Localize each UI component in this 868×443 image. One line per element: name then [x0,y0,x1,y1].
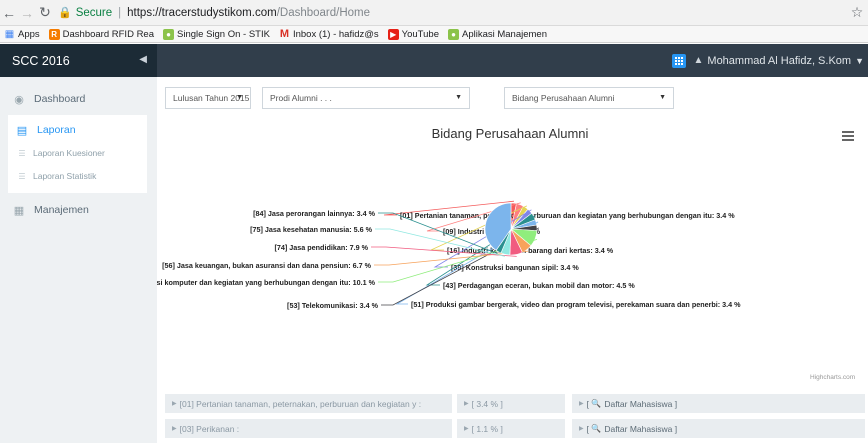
daftar-mahasiswa-button[interactable]: ▶[ 🔍 Daftar Mahasiswa ] [572,419,865,438]
bookmark-aplikasi[interactable]: ● Aplikasi Manajemen [447,28,547,40]
row-label-text: [01] Pertanian tanaman, peternakan, perb… [179,398,422,409]
bookmark-inbox[interactable]: M Inbox (1) - hafidz@s [279,28,379,40]
daftar-label: Daftar Mahasiswa ] [604,423,678,434]
sidebar-item-manajemen[interactable]: ▦ Manajemen [0,202,157,218]
pie-chart: [01] Pertanian tanaman, peternakan, perb… [157,200,741,310]
caret-right-icon: ▶ [172,401,177,407]
lock-icon: 🔒 [58,7,72,19]
sidebar-group-laporan: ▤ Laporan ☰ Laporan Kuesioner ☰ Laporan … [8,115,147,193]
pie-data-label: [84] Jasa perorangan lainnya: 3.4 % [253,209,375,218]
pie-data-label: [43] Perdagangan eceran, bukan mobil dan… [443,281,635,290]
row-value-text: [ 3.4 % ] [471,398,503,409]
table-row-value: ▶[ 3.4 % ] [457,394,565,413]
sidebar-item-laporan[interactable]: ▤ Laporan [8,123,147,137]
caret-right-icon: ▶ [172,426,177,432]
bookmark-apps[interactable]: ▦ Apps [4,29,40,40]
sidebar-item-label: Laporan [37,124,76,136]
sidebar-collapse-icon[interactable]: ◀ [139,54,147,65]
bookmarks-bar: ▦ Apps R Dashboard RFID Rea ● Single Sign O… [0,26,868,43]
bookmark-label: Single Sign On - STIK [177,28,270,40]
bookmark-label: Dashboard RFID Rea [62,28,155,40]
daftar-label: Daftar Mahasiswa ] [604,398,678,409]
bidang-select-value: Bidang Perusahaan Alumni [512,93,615,103]
caret-right-icon: ▶ [464,426,469,432]
user-icon: ▲ [693,55,704,66]
bookmark-rfid[interactable]: R Dashboard RFID Rea [48,28,155,40]
url-separator: | [118,6,122,19]
lulusan-select[interactable]: Lulusan Tahun 2015 ▼ [165,87,251,109]
search-icon: 🔍 [591,399,602,408]
prodi-select[interactable]: Prodi Alumni . . . ▼ [262,87,470,109]
daftar-mahasiswa-button[interactable]: ▶[ 🔍 Daftar Mahasiswa ] [572,394,865,413]
chart-menu-icon[interactable] [842,131,854,141]
sidebar: ◉ Dashboard ▤ Laporan ☰ Laporan Kuesione… [0,77,157,443]
url-host: https://tracerstudystikom.com [127,6,277,19]
sidebar-item-laporan-kuesioner[interactable]: ☰ Laporan Kuesioner [8,147,147,159]
table-icon: ▦ [13,204,25,217]
sidebar-item-label: Laporan Statistik [33,171,97,181]
back-icon[interactable]: ← [0,4,18,22]
forward-icon[interactable]: → [18,4,36,22]
bookmark-label: Aplikasi Manajemen [461,28,547,40]
pie-data-label: [56] Jasa keuangan, bukan asuransi dan d… [162,261,372,270]
app-icon: ● [447,28,459,40]
bookmark-label: Inbox (1) - hafidz@s [292,28,379,40]
brand-title: SCC 2016 [12,53,70,68]
chart-title: Bidang Perusahaan Alumni [431,126,589,141]
address-bar[interactable]: 🔒 Secure | https://tracerstudystikom.com… [58,3,840,23]
bar-chart-icon: ▤ [16,124,28,137]
caret-right-icon: ▶ [579,401,584,407]
apps-grid-icon[interactable] [671,53,686,68]
chart-credits[interactable]: Highcharts.com [810,374,855,381]
caret-down-icon: ▼ [236,94,243,101]
list-icon: ☰ [18,171,26,181]
gmail-icon: M [279,28,290,40]
pie-data-label: [74] Jasa pendidikan: 7.9 % [275,243,369,252]
table-row-value: ▶[ 1.1 % ] [457,419,565,438]
pie-data-label: pemrograman, konsultasi komputer dan keg… [157,278,376,287]
reload-icon[interactable]: ↻ [36,4,54,22]
sidebar-item-laporan-statistik[interactable]: ☰ Laporan Statistik [8,170,147,182]
caret-right-icon: ▶ [579,426,584,432]
youtube-icon: ▶ [387,28,399,40]
pie-data-label: [75] Jasa kesehatan manusia: 5.6 % [250,225,372,234]
sso-icon: ● [163,28,175,40]
bookmark-youtube[interactable]: ▶ YouTube [387,28,439,40]
url-path: /Dashboard/Home [276,6,371,19]
bidang-select[interactable]: Bidang Perusahaan Alumni ▼ [504,87,674,109]
sidebar-item-label: Dashboard [34,93,86,105]
secure-label: Secure [75,6,113,19]
browser-toolbar: ← → ↻ 🔒 Secure | https://tracerstudystik… [0,0,868,26]
caret-right-icon: ▶ [464,401,469,407]
row-value-text: [ 1.1 % ] [471,423,503,434]
brand: SCC 2016 ◀ [0,44,157,77]
search-icon: 🔍 [591,424,602,433]
apps-icon: ▦ [4,28,15,40]
bookmark-star-icon[interactable]: ☆ [846,4,868,21]
list-icon: ☰ [18,148,26,158]
pie-data-label: [16] Industri kertas dan barang dari ker… [447,246,614,255]
sidebar-item-dashboard[interactable]: ◉ Dashboard [0,91,157,107]
row-label-text: [03] Perikanan : [179,423,240,434]
caret-down-icon: ▼ [659,94,666,101]
app-header: SCC 2016 ◀ ▲ Mohammad Al Hafidz, S.Kom ▼ [0,44,868,77]
bookmark-label: Apps [18,28,40,40]
navbar: ▲ Mohammad Al Hafidz, S.Kom ▼ [157,44,868,77]
sidebar-item-label: Manajemen [34,204,89,216]
table-row-label[interactable]: ▶ [03] Perikanan : [165,419,452,438]
chevron-down-icon[interactable]: ▼ [855,56,864,66]
table-row-label[interactable]: ▶ [01] Pertanian tanaman, peternakan, per… [165,394,452,413]
pie-data-label: [51] Produksi gambar bergerak, video dan… [411,300,741,309]
user-menu[interactable]: Mohammad Al Hafidz, S.Kom [707,55,851,67]
prodi-select-value: Prodi Alumni . . . [270,93,332,103]
bookmark-sso[interactable]: ● Single Sign On - STIK [163,28,270,40]
caret-down-icon: ▼ [455,94,462,101]
pie-data-label: [53] Telekomunikasi: 3.4 % [287,301,379,310]
bookmark-label: YouTube [401,28,439,40]
dashboard-icon: ◉ [14,93,24,106]
sidebar-item-label: Laporan Kuesioner [33,148,105,158]
rfid-icon: R [48,28,60,40]
pie-data-label: [01] Pertanian tanaman, peternakan, perb… [400,211,735,220]
